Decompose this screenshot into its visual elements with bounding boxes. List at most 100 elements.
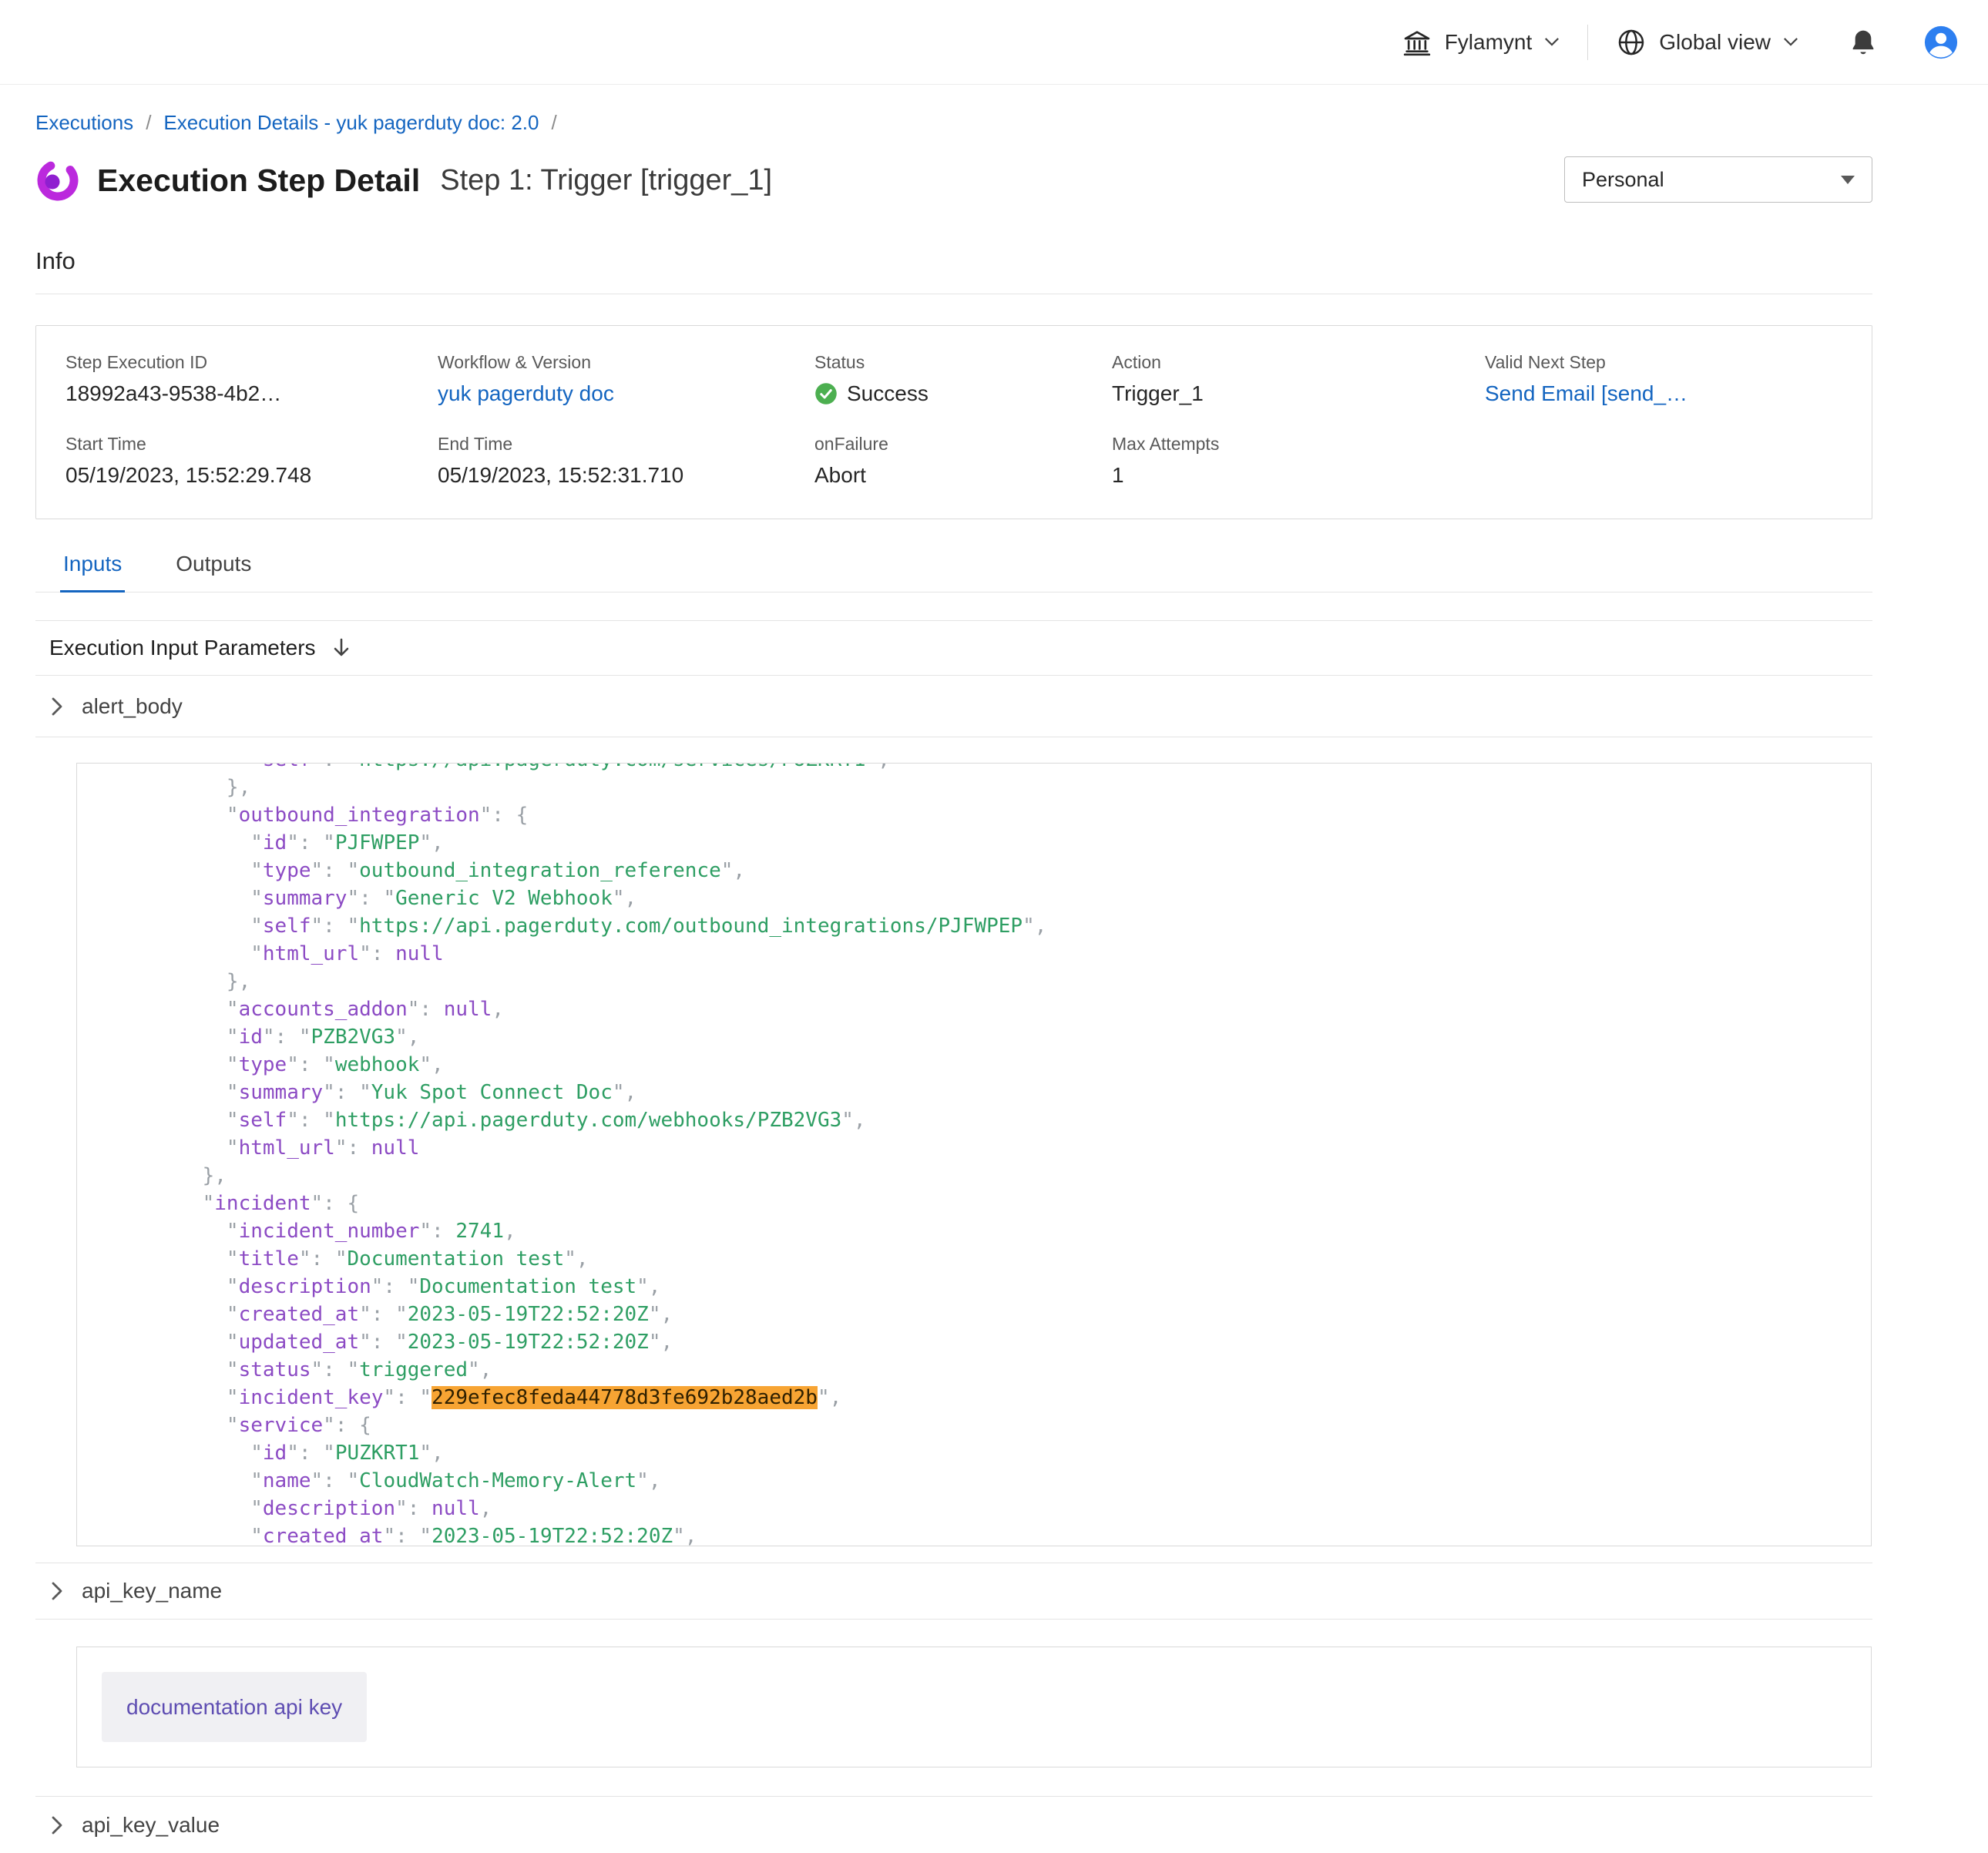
tab-bar: Inputs Outputs — [35, 552, 1872, 592]
fylamynt-logo-icon — [35, 158, 80, 203]
chevron-right-icon — [51, 1815, 63, 1835]
json-line: "html_url": null — [154, 940, 1871, 968]
json-line: }, — [154, 1162, 1871, 1190]
json-line: "type": "outbound_integration_reference"… — [154, 857, 1871, 885]
info-field-value: Trigger_1 — [1112, 381, 1485, 406]
json-line: "id": "PUZKRT1", — [154, 1439, 1871, 1467]
info-field: Step Execution ID 18992a43-9538-4b2… — [65, 352, 438, 406]
panel-api-key-value-label: api_key_value — [82, 1813, 220, 1838]
breadcrumb-execution-details[interactable]: Execution Details - yuk pagerduty doc: 2… — [163, 111, 539, 135]
breadcrumb: Executions / Execution Details - yuk pag… — [35, 111, 1872, 135]
json-line: "incident_number": 2741, — [154, 1217, 1871, 1245]
json-line: "description": null, — [154, 1495, 1871, 1522]
info-heading: Info — [35, 247, 1872, 275]
json-line: "self": "https://api.pagerduty.com/servi… — [154, 763, 1871, 774]
json-viewer[interactable]: "self": "https://api.pagerduty.com/servi… — [76, 763, 1872, 1546]
info-field-label: Workflow & Version — [438, 352, 814, 373]
panel-alert-body[interactable]: alert_body — [35, 676, 1872, 737]
notifications-bell-icon[interactable] — [1848, 27, 1879, 58]
topbar-divider — [1587, 25, 1588, 60]
chevron-right-icon — [51, 697, 63, 717]
json-code: "self": "https://api.pagerduty.com/servi… — [77, 763, 1871, 1546]
scope-select-value: Personal — [1582, 168, 1664, 192]
user-avatar[interactable] — [1923, 25, 1959, 60]
page-title: Execution Step Detail — [97, 163, 420, 199]
json-line: "description": "Documentation test", — [154, 1273, 1871, 1301]
json-line: "id": "PZB2VG3", — [154, 1023, 1871, 1051]
tab-outputs[interactable]: Outputs — [173, 552, 254, 592]
panel-alert-body-label: alert_body — [82, 694, 183, 719]
page-subtitle: Step 1: Trigger [trigger_1] — [440, 164, 772, 197]
panel-api-key-name[interactable]: api_key_name — [35, 1563, 1872, 1620]
breadcrumb-separator: / — [146, 111, 151, 135]
info-field-value[interactable]: Send Email [send_… — [1485, 381, 1842, 406]
info-field-label: Max Attempts — [1112, 434, 1485, 455]
json-line: "created_at": "2023-05-19T22:52:20Z", — [154, 1522, 1871, 1546]
chevron-down-icon — [1783, 37, 1798, 47]
info-field: Workflow & Version yuk pagerduty doc — [438, 352, 814, 406]
info-field-label: Valid Next Step — [1485, 352, 1842, 373]
info-field-label: Action — [1112, 352, 1485, 373]
breadcrumb-executions[interactable]: Executions — [35, 111, 133, 135]
json-line: "self": "https://api.pagerduty.com/outbo… — [154, 912, 1871, 940]
json-line: "id": "PJFWPEP", — [154, 829, 1871, 857]
info-field: onFailure Abort — [814, 434, 1112, 488]
info-field-label: End Time — [438, 434, 814, 455]
json-line: "outbound_integration": { — [154, 801, 1871, 829]
json-line: "status": "triggered", — [154, 1356, 1871, 1384]
caret-down-icon — [1841, 176, 1855, 184]
tab-inputs[interactable]: Inputs — [60, 552, 125, 592]
chevron-right-icon — [51, 1581, 63, 1601]
json-line: "incident": { — [154, 1190, 1871, 1217]
json-line: "updated_at": "2023-05-19T22:52:20Z", — [154, 1328, 1871, 1356]
bank-icon — [1402, 27, 1432, 58]
json-line: "title": "Documentation test", — [154, 1245, 1871, 1273]
title-row: Execution Step Detail Step 1: Trigger [t… — [35, 155, 1872, 206]
json-line: "service": { — [154, 1412, 1871, 1439]
json-line: "created_at": "2023-05-19T22:52:20Z", — [154, 1301, 1871, 1328]
chevron-down-icon — [1544, 37, 1560, 47]
json-line: "accounts_addon": null, — [154, 995, 1871, 1023]
panel-api-key-name-label: api_key_name — [82, 1579, 222, 1603]
panel-api-key-value[interactable]: api_key_value — [35, 1796, 1872, 1853]
info-field-value: 05/19/2023, 15:52:29.748 — [65, 463, 438, 488]
info-field-label: Status — [814, 352, 1112, 373]
org-switcher[interactable]: Fylamynt — [1402, 27, 1560, 58]
info-field: Start Time 05/19/2023, 15:52:29.748 — [65, 434, 438, 488]
params-heading: Execution Input Parameters — [49, 636, 316, 660]
info-field-value: 1 — [1112, 463, 1485, 488]
json-line: }, — [154, 968, 1871, 995]
info-field-value: 18992a43-9538-4b2… — [65, 381, 438, 406]
breadcrumb-separator: / — [551, 111, 556, 135]
info-field-label: Start Time — [65, 434, 438, 455]
info-field-value[interactable]: yuk pagerduty doc — [438, 381, 814, 406]
api-key-name-chip: documentation api key — [102, 1672, 367, 1742]
scope-select[interactable]: Personal — [1564, 156, 1872, 203]
info-field-value: Success — [814, 381, 1112, 406]
info-field: End Time 05/19/2023, 15:52:31.710 — [438, 434, 814, 488]
json-line: "type": "webhook", — [154, 1051, 1871, 1079]
page-content: Executions / Execution Details - yuk pag… — [0, 111, 1988, 1853]
api-key-name-card: documentation api key — [76, 1647, 1872, 1767]
info-field-value: Abort — [814, 463, 1112, 488]
view-name: Global view — [1659, 30, 1771, 55]
info-field: Max Attempts 1 — [1112, 434, 1485, 488]
info-field: Status Success — [814, 352, 1112, 406]
info-grid: Step Execution ID 18992a43-9538-4b2…Workf… — [65, 352, 1842, 488]
info-field: Action Trigger_1 — [1112, 352, 1485, 406]
execution-input-parameters-header: Execution Input Parameters — [35, 620, 1872, 676]
json-line: "summary": "Generic V2 Webhook", — [154, 885, 1871, 912]
info-field-label: Step Execution ID — [65, 352, 438, 373]
json-line: "name": "CloudWatch-Memory-Alert", — [154, 1467, 1871, 1495]
info-field-value: 05/19/2023, 15:52:31.710 — [438, 463, 814, 488]
json-line: }, — [154, 774, 1871, 801]
json-line: "incident_key": "229efec8feda44778d3fe69… — [154, 1384, 1871, 1412]
json-line: "html_url": null — [154, 1134, 1871, 1162]
topbar: Fylamynt Global view — [0, 0, 1988, 85]
info-field: Valid Next Step Send Email [send_… — [1485, 352, 1842, 406]
info-card: Step Execution ID 18992a43-9538-4b2…Workf… — [35, 325, 1872, 519]
json-line: "summary": "Yuk Spot Connect Doc", — [154, 1079, 1871, 1106]
arrow-down-icon[interactable] — [331, 637, 351, 659]
info-field-label: onFailure — [814, 434, 1112, 455]
view-switcher[interactable]: Global view — [1616, 27, 1798, 58]
